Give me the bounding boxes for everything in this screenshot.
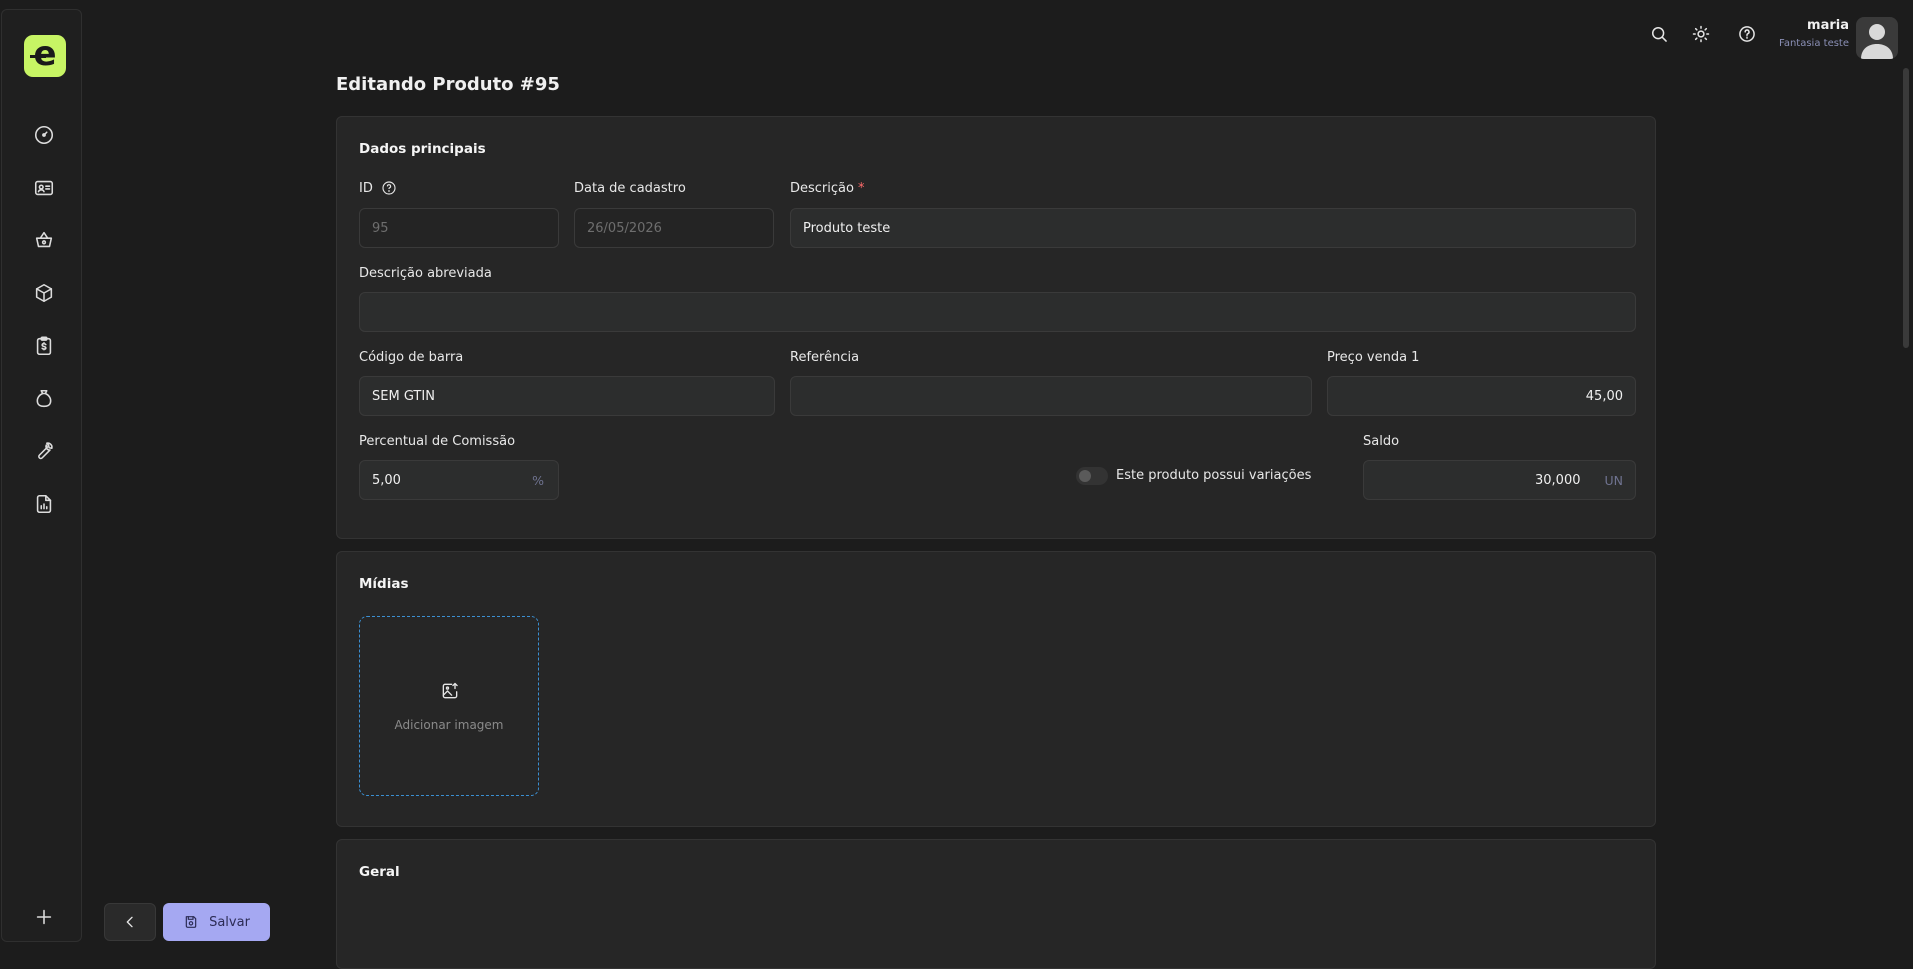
description-label-text: Descrição: [790, 181, 854, 196]
sidebar: e: [1, 9, 82, 942]
search-icon[interactable]: [1647, 22, 1671, 46]
date-label: Data de cadastro: [574, 181, 686, 196]
barcode-label: Código de barra: [359, 350, 464, 365]
help-icon[interactable]: [381, 180, 397, 200]
avatar[interactable]: [1856, 17, 1898, 59]
required-marker: *: [857, 181, 865, 196]
app-logo[interactable]: e: [24, 35, 66, 77]
logo-letter: e: [33, 34, 57, 74]
plus-icon[interactable]: [30, 903, 58, 931]
section-title: Mídias: [359, 576, 409, 592]
description-label: Descrição *: [790, 181, 864, 196]
user-company: Fantasia teste: [1779, 38, 1849, 49]
save-button[interactable]: Salvar: [163, 903, 270, 941]
dashboard-icon[interactable]: [30, 121, 58, 149]
user-name[interactable]: maria: [1807, 18, 1849, 33]
back-button[interactable]: [104, 903, 156, 941]
section-title: Dados principais: [359, 141, 486, 157]
reference-label: Referência: [790, 350, 860, 365]
chevron-left-icon: [126, 916, 133, 928]
commission-value: 5,00: [372, 472, 401, 488]
variations-label: Este produto possui variações: [1116, 468, 1312, 483]
save-label: Salvar: [209, 914, 250, 930]
image-upload-icon: [442, 682, 458, 699]
variations-toggle[interactable]: [1076, 467, 1108, 485]
description-field[interactable]: Produto teste: [790, 208, 1636, 248]
id-field[interactable]: 95: [359, 208, 559, 248]
price-field[interactable]: 45,00: [1327, 376, 1636, 416]
sun-icon[interactable]: [1689, 22, 1713, 46]
reference-field[interactable]: [790, 376, 1312, 416]
page-title: Editando Produto #95: [336, 74, 560, 95]
balance-value: 30,000: [1535, 472, 1581, 488]
media-card: Mídias Adicionar imagem: [336, 551, 1656, 827]
contacts-icon[interactable]: [30, 174, 58, 202]
box-icon[interactable]: [30, 279, 58, 307]
commission-label: Percentual de Comissão: [359, 434, 516, 449]
add-image-label: Adicionar imagem: [394, 718, 504, 732]
date-field[interactable]: 26/05/2026: [574, 208, 774, 248]
commission-field[interactable]: 5,00 %: [359, 460, 559, 500]
report-icon[interactable]: [30, 490, 58, 518]
money-bag-icon[interactable]: [30, 385, 58, 413]
id-label: ID: [359, 181, 373, 196]
help-icon[interactable]: [1735, 22, 1759, 46]
basket-icon[interactable]: [30, 226, 58, 254]
scrollbar[interactable]: [1903, 68, 1909, 348]
balance-field[interactable]: 30,000 UN: [1363, 460, 1636, 500]
save-icon: [185, 916, 197, 928]
percent-suffix: %: [532, 472, 544, 488]
wrench-icon[interactable]: [30, 437, 58, 465]
short-description-label: Descrição abreviada: [359, 266, 492, 281]
clipboard-money-icon[interactable]: [30, 332, 58, 360]
unit-suffix: UN: [1604, 472, 1624, 488]
add-image-dropzone[interactable]: Adicionar imagem: [359, 616, 539, 796]
short-description-field[interactable]: [359, 292, 1636, 332]
section-title: Geral: [359, 864, 400, 880]
main-data-card: Dados principais ID 95 Data de cadastro …: [336, 116, 1656, 539]
price-label: Preço venda 1: [1327, 350, 1420, 365]
barcode-field[interactable]: SEM GTIN: [359, 376, 775, 416]
general-card: Geral: [336, 839, 1656, 969]
id-label-text: ID: [359, 181, 373, 196]
balance-label: Saldo: [1363, 434, 1400, 449]
